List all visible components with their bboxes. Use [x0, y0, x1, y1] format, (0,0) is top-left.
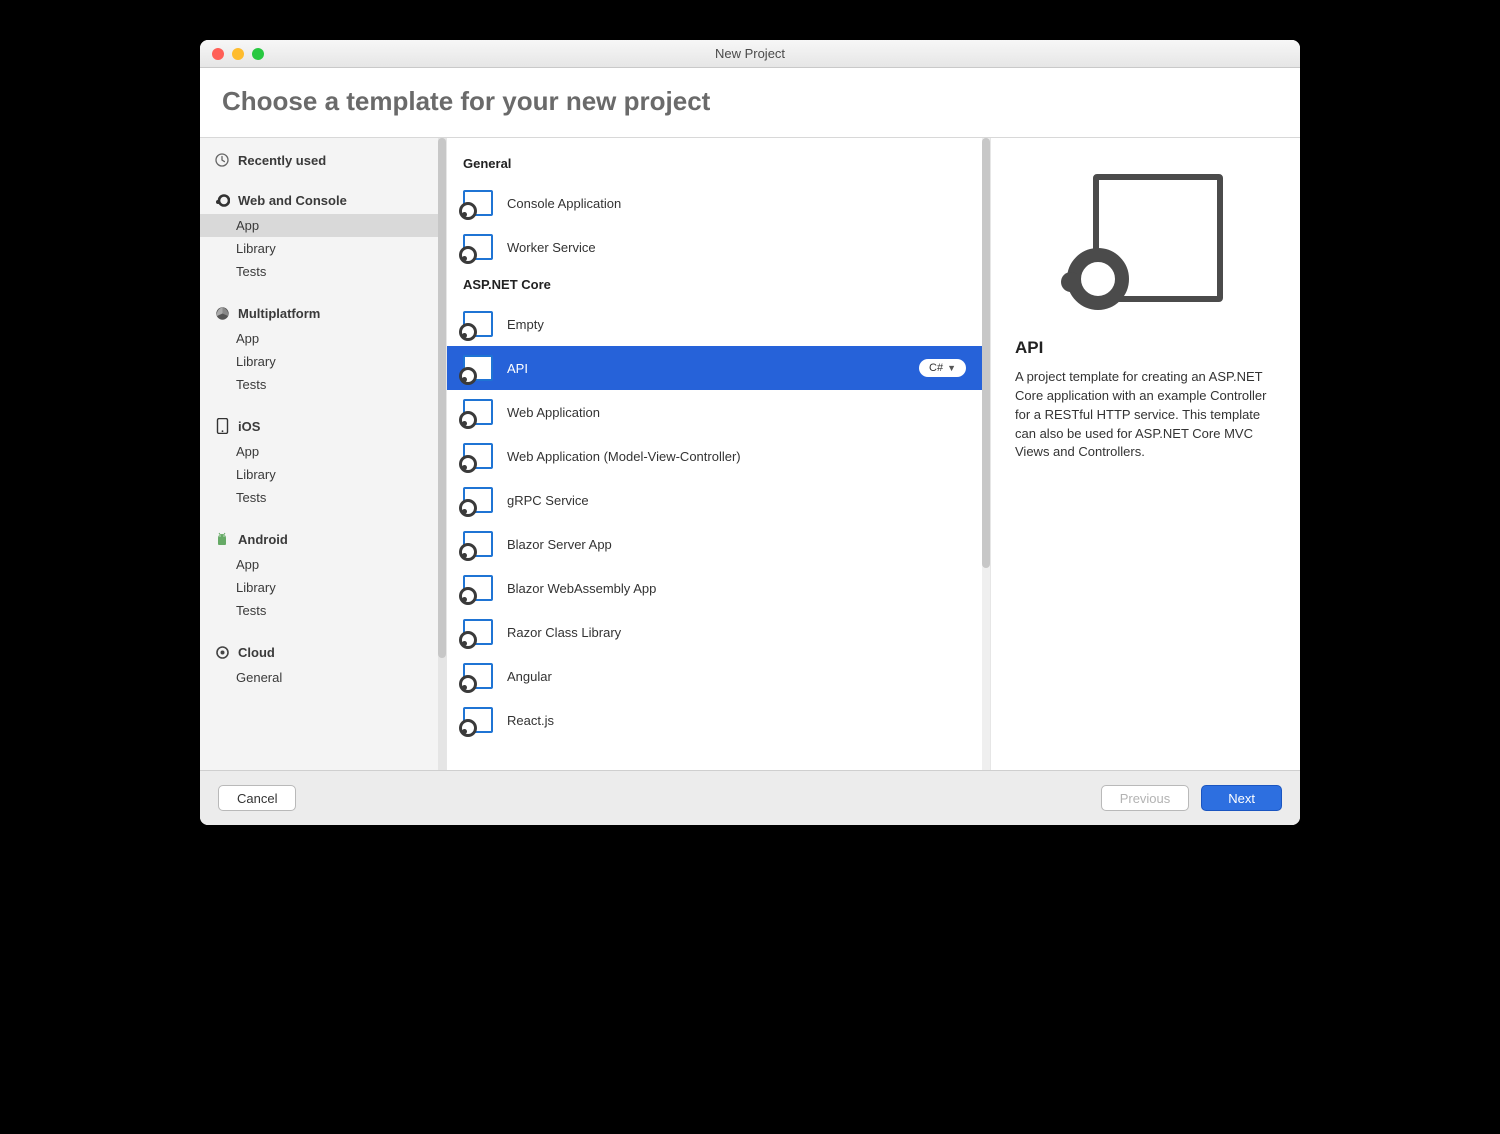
- template-item-console-application[interactable]: Console Application: [463, 181, 990, 225]
- template-icon: [463, 663, 493, 689]
- ios-icon: [214, 418, 230, 434]
- template-icon: [463, 355, 493, 381]
- template-icon: [463, 234, 493, 260]
- template-icon: [463, 190, 493, 216]
- template-item-angular[interactable]: Angular: [463, 654, 990, 698]
- templates-scrollbar-thumb[interactable]: [982, 138, 990, 568]
- template-item-blazor-server-app[interactable]: Blazor Server App: [463, 522, 990, 566]
- new-project-dialog: New Project Choose a template for your n…: [200, 40, 1300, 825]
- sidebar-group-label: Web and Console: [238, 193, 347, 208]
- sidebar-label: Recently used: [238, 153, 326, 168]
- multi-icon: [214, 305, 230, 321]
- sidebar-item-tests[interactable]: Tests: [200, 486, 446, 509]
- template-item-empty[interactable]: Empty: [463, 302, 990, 346]
- template-label: API: [507, 361, 905, 376]
- sidebar-item-app[interactable]: App: [200, 327, 446, 350]
- sidebar-group-cloud[interactable]: Cloud: [200, 636, 446, 666]
- android-icon: [214, 531, 230, 547]
- template-item-worker-service[interactable]: Worker Service: [463, 225, 990, 269]
- sidebar-group-android[interactable]: Android: [200, 523, 446, 553]
- template-item-api[interactable]: API C# ▼: [447, 346, 990, 390]
- language-label: C#: [929, 362, 943, 374]
- dialog-header: Choose a template for your new project: [200, 68, 1300, 138]
- cloud-icon: [214, 644, 230, 660]
- chevron-down-icon: ▼: [947, 363, 956, 373]
- template-label: gRPC Service: [507, 493, 980, 508]
- dotnet-icon: [214, 192, 230, 208]
- window-title: New Project: [200, 46, 1300, 61]
- template-detail-pane: API A project template for creating an A…: [990, 138, 1300, 770]
- template-label: Web Application (Model-View-Controller): [507, 449, 980, 464]
- template-item-razor-class-library[interactable]: Razor Class Library: [463, 610, 990, 654]
- sidebar-group-multiplatform[interactable]: Multiplatform: [200, 297, 446, 327]
- sidebar-group-label: Multiplatform: [238, 306, 320, 321]
- template-item-blazor-webassembly-app[interactable]: Blazor WebAssembly App: [463, 566, 990, 610]
- sidebar-group-label: Android: [238, 532, 288, 547]
- sidebar-item-library[interactable]: Library: [200, 576, 446, 599]
- template-label: React.js: [507, 713, 980, 728]
- template-label: Worker Service: [507, 240, 980, 255]
- template-large-icon: [1061, 174, 1231, 314]
- template-label: Blazor Server App: [507, 537, 980, 552]
- template-item-grpc-service[interactable]: gRPC Service: [463, 478, 990, 522]
- template-label: Web Application: [507, 405, 980, 420]
- category-sidebar: Recently used Web and ConsoleAppLibraryT…: [200, 138, 446, 770]
- templates-scrollbar[interactable]: [982, 138, 990, 770]
- template-section-header: General: [463, 148, 990, 181]
- language-selector[interactable]: C# ▼: [919, 359, 966, 377]
- dialog-body: Recently used Web and ConsoleAppLibraryT…: [200, 138, 1300, 770]
- next-button[interactable]: Next: [1201, 785, 1282, 811]
- template-section-header: ASP.NET Core: [463, 269, 990, 302]
- template-icon: [463, 487, 493, 513]
- template-label: Angular: [507, 669, 980, 684]
- sidebar-group-label: Cloud: [238, 645, 275, 660]
- sidebar-item-app[interactable]: App: [200, 440, 446, 463]
- template-label: Console Application: [507, 196, 980, 211]
- template-icon: [463, 399, 493, 425]
- sidebar-item-general[interactable]: General: [200, 666, 446, 689]
- template-label: Empty: [507, 317, 980, 332]
- template-list: General Console Application Worker Service…: [446, 138, 990, 770]
- sidebar-group-label: iOS: [238, 419, 260, 434]
- clock-icon: [214, 152, 230, 168]
- template-item-web-application[interactable]: Web Application: [463, 390, 990, 434]
- page-title: Choose a template for your new project: [222, 86, 1278, 117]
- sidebar-group-ios[interactable]: iOS: [200, 410, 446, 440]
- template-label: Razor Class Library: [507, 625, 980, 640]
- template-icon: [463, 311, 493, 337]
- detail-description: A project template for creating an ASP.N…: [1015, 368, 1276, 462]
- titlebar: New Project: [200, 40, 1300, 68]
- dialog-footer: Cancel Previous Next: [200, 770, 1300, 825]
- template-icon: [463, 443, 493, 469]
- sidebar-item-tests[interactable]: Tests: [200, 599, 446, 622]
- previous-button[interactable]: Previous: [1101, 785, 1190, 811]
- template-icon: [463, 619, 493, 645]
- sidebar-item-library[interactable]: Library: [200, 350, 446, 373]
- cancel-button[interactable]: Cancel: [218, 785, 296, 811]
- template-item-web-application-model-view-controller-[interactable]: Web Application (Model-View-Controller): [463, 434, 990, 478]
- template-icon: [463, 531, 493, 557]
- detail-title: API: [1015, 338, 1276, 358]
- template-label: Blazor WebAssembly App: [507, 581, 980, 596]
- sidebar-group-recent[interactable]: Recently used: [200, 144, 446, 174]
- sidebar-scrollbar[interactable]: [438, 138, 446, 770]
- template-icon: [463, 575, 493, 601]
- sidebar-item-tests[interactable]: Tests: [200, 260, 446, 283]
- sidebar-item-app[interactable]: App: [200, 214, 446, 237]
- template-icon: [463, 707, 493, 733]
- sidebar-item-app[interactable]: App: [200, 553, 446, 576]
- sidebar-item-tests[interactable]: Tests: [200, 373, 446, 396]
- sidebar-scrollbar-thumb[interactable]: [438, 138, 446, 658]
- sidebar-item-library[interactable]: Library: [200, 463, 446, 486]
- sidebar-item-library[interactable]: Library: [200, 237, 446, 260]
- sidebar-group-web-and-console[interactable]: Web and Console: [200, 184, 446, 214]
- template-item-react-js[interactable]: React.js: [463, 698, 990, 742]
